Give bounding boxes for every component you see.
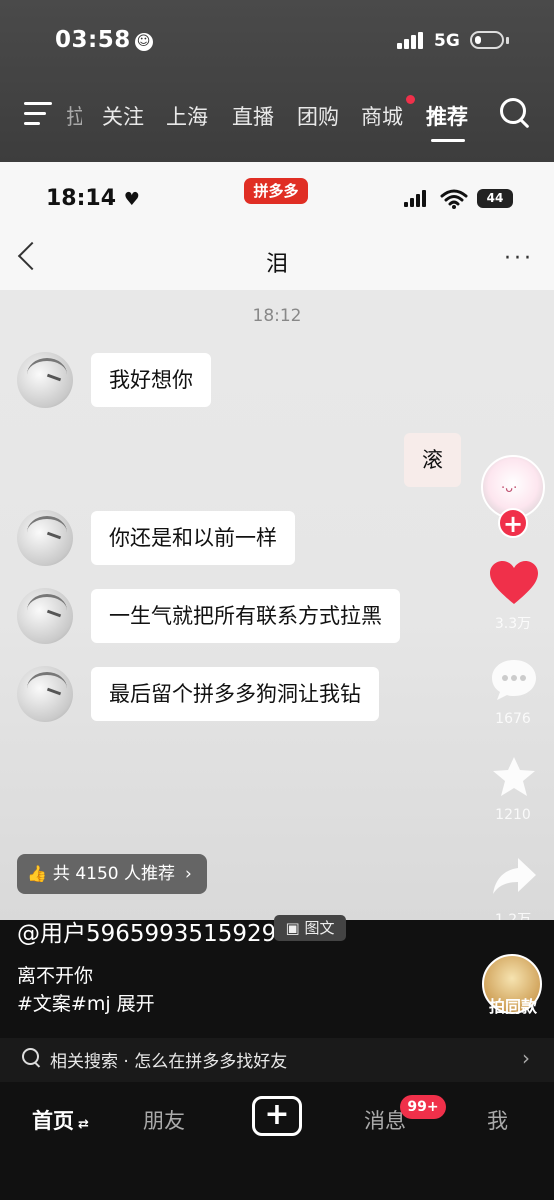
related-search-text[interactable]: 相关搜索 · 怎么在拼多多找好友 — [50, 1047, 287, 1072]
pai-tong-kuan-label[interactable]: 拍同款 — [478, 993, 548, 1017]
messages-badge: 99+ — [400, 1095, 446, 1119]
share-icon[interactable] — [491, 856, 537, 896]
chevron-right-icon: › — [185, 864, 192, 884]
message-bubble: 一生气就把所有联系方式拉黑 — [91, 589, 400, 643]
post-type-tag: ▣ 图文 — [274, 915, 346, 941]
post-image: 18:14 ♥ 拼多多 44 泪 ··· 18:12 我好想你 滚 你还是和以前… — [0, 162, 554, 920]
inner-signal-icon — [404, 190, 428, 211]
search-icon[interactable] — [500, 98, 526, 124]
tab-partial[interactable]: 拉 — [66, 101, 82, 131]
tab-recommend[interactable]: 推荐 — [426, 101, 468, 131]
like-count: 3.3万 — [494, 616, 532, 632]
comment-count: 1676 — [495, 711, 531, 727]
status-time: 03:58 ☺ — [55, 27, 153, 53]
search-icon — [22, 1048, 39, 1065]
comment-icon[interactable] — [490, 658, 538, 702]
author-name[interactable]: @用户5965993515929 — [17, 914, 276, 948]
thumbs-up-icon: 👍 — [27, 864, 47, 883]
heart-icon: ♥ — [123, 189, 140, 210]
message-bubble: 我好想你 — [91, 353, 211, 407]
tab-friends[interactable]: 朋友 — [143, 1105, 185, 1135]
create-post-button[interactable]: + — [252, 1096, 302, 1136]
tab-group-buy[interactable]: 团购 — [297, 101, 339, 131]
chevron-right-icon: › — [522, 1046, 530, 1070]
post-description[interactable]: 离不开你 #文案#mj 展开 — [17, 962, 155, 1018]
tab-me[interactable]: 我 — [487, 1105, 508, 1135]
swap-icon: ⇄ — [78, 1117, 89, 1132]
chat-title: 泪 — [265, 252, 288, 277]
image-text-icon: ▣ — [285, 919, 305, 937]
tab-live[interactable]: 直播 — [232, 101, 274, 131]
inner-battery: 44 — [477, 189, 513, 208]
battery-icon — [470, 31, 504, 49]
favorite-count: 1210 — [495, 807, 531, 823]
tab-mall[interactable]: 商城 — [361, 101, 403, 131]
tab-follow[interactable]: 关注 — [102, 101, 144, 131]
top-header — [0, 0, 554, 162]
tab-home[interactable]: 首页 ⇄ — [32, 1105, 89, 1135]
favorite-star-icon[interactable] — [491, 755, 537, 799]
tab-shanghai[interactable]: 上海 — [166, 101, 208, 131]
recommend-pill[interactable]: 👍 共 4150 人推荐 › — [17, 854, 207, 894]
follow-button[interactable]: + — [498, 508, 528, 538]
notification-dot — [406, 95, 415, 104]
pdd-app-badge: 拼多多 — [244, 178, 308, 204]
contact-avatar — [17, 666, 73, 722]
message-bubble: 你还是和以前一样 — [91, 511, 295, 565]
message-bubble: 最后留个拼多多狗洞让我钻 — [91, 667, 379, 721]
inner-status-time: 18:14 ♥ — [46, 186, 140, 211]
more-icon: ··· — [504, 246, 534, 271]
message-bubble-self: 滚 — [404, 433, 461, 487]
contact-avatar — [17, 588, 73, 644]
wifi-icon — [440, 189, 468, 209]
battery-nub — [506, 37, 509, 44]
cell-signal-icon — [397, 32, 425, 53]
active-tab-indicator — [431, 139, 465, 142]
message-timestamp: 18:12 — [252, 306, 302, 326]
network-type: 5G — [434, 31, 460, 51]
contact-avatar — [17, 352, 73, 408]
menu-icon[interactable] — [24, 102, 52, 132]
contact-avatar — [17, 510, 73, 566]
smiley-icon: ☺ — [134, 33, 153, 51]
like-icon[interactable] — [489, 560, 539, 606]
